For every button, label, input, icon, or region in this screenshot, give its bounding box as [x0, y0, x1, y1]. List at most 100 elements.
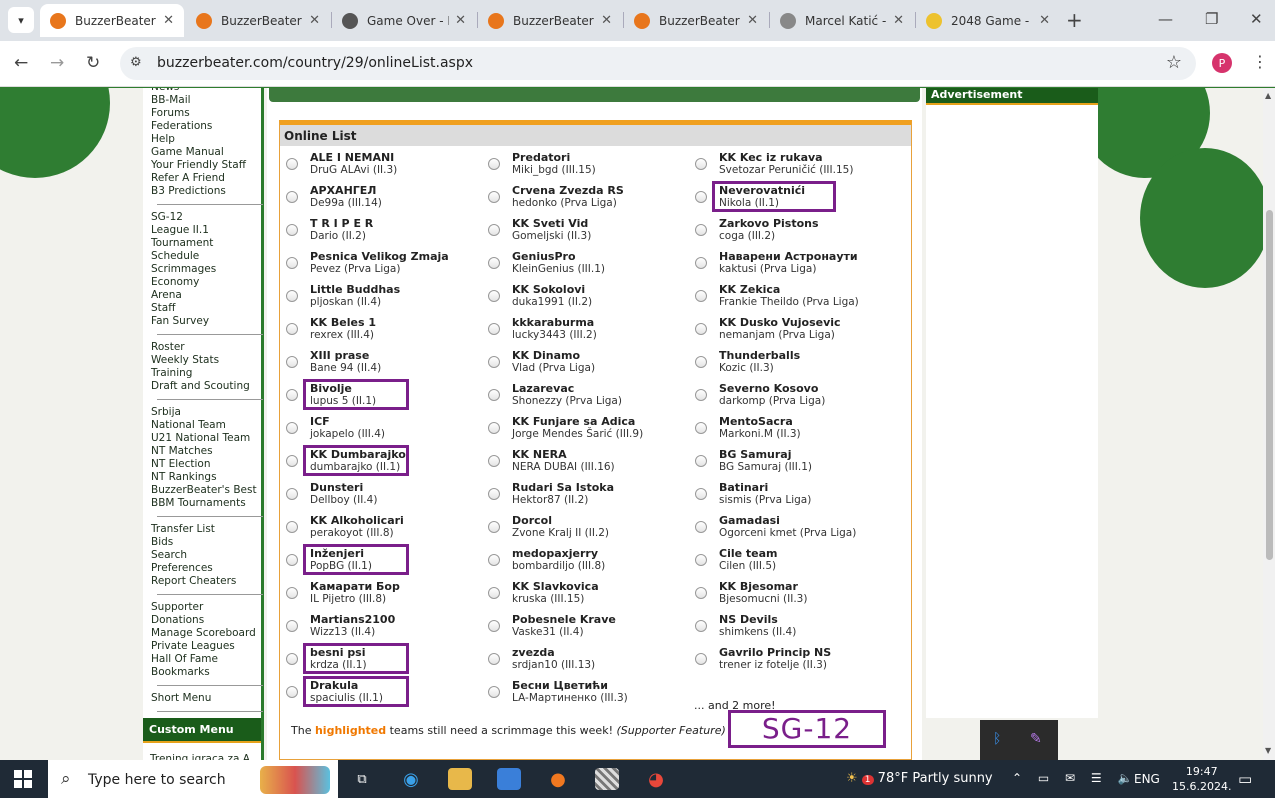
team-owner[interactable]: sismis (Prva Liga): [719, 494, 811, 507]
browser-tab[interactable]: BuzzerBeater | ✕: [186, 4, 330, 37]
team-name-link[interactable]: zvezda: [512, 646, 595, 659]
team-radio[interactable]: [286, 553, 298, 566]
taskbar-clock[interactable]: 19:47 15.6.2024.: [1172, 764, 1231, 794]
team-name-link[interactable]: MentoSacra: [719, 415, 801, 428]
team-owner[interactable]: Svetozar Peruničić (III.15): [719, 164, 853, 177]
file-explorer-icon[interactable]: [448, 768, 472, 790]
team-owner[interactable]: Kozic (II.3): [719, 362, 800, 375]
team-radio[interactable]: [488, 619, 500, 632]
nav-link[interactable]: Private Leagues: [151, 640, 261, 653]
nav-link[interactable]: Fan Survey: [151, 315, 261, 328]
url-text[interactable]: buzzerbeater.com/country/29/onlineList.a…: [157, 55, 473, 71]
team-radio[interactable]: [488, 586, 500, 599]
nav-link[interactable]: Supporter: [151, 601, 261, 614]
team-name-link[interactable]: BG Samuraj: [719, 448, 812, 461]
team-owner[interactable]: kaktusi (Prva Liga): [719, 263, 858, 276]
nav-link[interactable]: Game Manual: [151, 146, 261, 159]
team-radio[interactable]: [488, 487, 500, 500]
team-name-link[interactable]: Little Buddhas: [310, 283, 400, 296]
tab-close-icon[interactable]: ✕: [163, 13, 174, 28]
store-icon[interactable]: [497, 768, 521, 790]
team-radio[interactable]: [286, 586, 298, 599]
nav-link[interactable]: NT Matches: [151, 445, 261, 458]
team-radio[interactable]: [488, 685, 500, 698]
firefox-icon[interactable]: ●: [546, 768, 570, 790]
team-owner[interactable]: Hektor87 (II.2): [512, 494, 614, 507]
team-name-link[interactable]: Predatori: [512, 151, 596, 164]
team-radio[interactable]: [488, 322, 500, 335]
nav-link[interactable]: Search: [151, 549, 261, 562]
site-info-icon[interactable]: ⚙: [130, 55, 142, 70]
team-owner[interactable]: lucky3443 (III.2): [512, 329, 597, 342]
team-name-link[interactable]: Martians2100: [310, 613, 395, 626]
team-name-link[interactable]: Batinari: [719, 481, 811, 494]
nav-link[interactable]: Transfer List: [151, 523, 261, 536]
team-owner[interactable]: Wizz13 (II.4): [310, 626, 395, 639]
team-radio[interactable]: [695, 223, 707, 236]
tab-close-icon[interactable]: ✕: [747, 13, 758, 28]
team-radio[interactable]: [286, 388, 298, 401]
nav-link[interactable]: Federations: [151, 120, 261, 133]
team-name-link[interactable]: Severno Kosovo: [719, 382, 825, 395]
team-name-link[interactable]: ALE I NEMANI: [310, 151, 397, 164]
team-owner[interactable]: LA-Мартиненко (III.3): [512, 692, 628, 705]
team-owner[interactable]: DruG ALAvi (II.3): [310, 164, 397, 177]
team-radio[interactable]: [488, 421, 500, 434]
team-owner[interactable]: jokapelo (III.4): [310, 428, 385, 441]
team-owner[interactable]: Shonezzy (Prva Liga): [512, 395, 622, 408]
minimize-icon[interactable]: —: [1158, 10, 1173, 28]
team-radio[interactable]: [488, 190, 500, 203]
team-radio[interactable]: [695, 157, 707, 170]
nav-link[interactable]: Srbija: [151, 406, 261, 419]
team-radio[interactable]: [286, 289, 298, 302]
team-radio[interactable]: [488, 454, 500, 467]
nav-link[interactable]: Hall Of Fame: [151, 653, 261, 666]
team-owner[interactable]: IL Pijetro (III.8): [310, 593, 400, 606]
team-owner[interactable]: Miki_bgd (III.15): [512, 164, 596, 177]
team-name-link[interactable]: KK Dinamo: [512, 349, 595, 362]
nav-link[interactable]: Staff: [151, 302, 261, 315]
scroll-thumb[interactable]: [1266, 210, 1273, 560]
bookmark-star-icon[interactable]: ☆: [1166, 52, 1182, 73]
team-name-link[interactable]: АРХАНГЕЛ: [310, 184, 382, 197]
team-name-link[interactable]: KK Slavkovica: [512, 580, 599, 593]
nav-link[interactable]: Help: [151, 133, 261, 146]
team-name-link[interactable]: ICF: [310, 415, 385, 428]
team-owner[interactable]: Cilen (III.5): [719, 560, 778, 573]
nav-link[interactable]: Donations: [151, 614, 261, 627]
custom-menu-item[interactable]: Trening igraca za A: [143, 743, 261, 760]
team-owner[interactable]: Ogorceni kmet (Prva Liga): [719, 527, 856, 540]
nav-link[interactable]: Bookmarks: [151, 666, 261, 679]
nav-link[interactable]: Training: [151, 367, 261, 380]
restore-icon[interactable]: ❐: [1205, 10, 1218, 28]
team-radio[interactable]: [286, 487, 298, 500]
team-owner[interactable]: srdjan10 (III.13): [512, 659, 595, 672]
team-name-link[interactable]: medopaxjerry: [512, 547, 605, 560]
team-radio[interactable]: [695, 652, 707, 665]
team-radio[interactable]: [286, 322, 298, 335]
team-owner[interactable]: nemanjam (Prva Liga): [719, 329, 841, 342]
nav-link[interactable]: Short Menu: [151, 692, 261, 705]
team-owner[interactable]: Bane 94 (II.4): [310, 362, 381, 375]
team-name-link[interactable]: KK NERA: [512, 448, 615, 461]
nav-link[interactable]: Draft and Scouting: [151, 380, 261, 393]
nav-link[interactable]: Arena: [151, 289, 261, 302]
team-name-link[interactable]: Gamadasi: [719, 514, 856, 527]
team-owner[interactable]: Jorge Mendes Šarić (III.9): [512, 428, 643, 441]
team-owner[interactable]: NERA DUBAI (III.16): [512, 461, 615, 474]
team-name-link[interactable]: Dunsteri: [310, 481, 377, 494]
nav-link[interactable]: NT Election: [151, 458, 261, 471]
team-radio[interactable]: [695, 619, 707, 632]
nav-link[interactable]: BBM Tournaments: [151, 497, 261, 510]
team-radio[interactable]: [488, 388, 500, 401]
team-owner[interactable]: Bjesomucni (II.3): [719, 593, 807, 606]
bluetooth-icon[interactable]: ᛒ: [993, 731, 1001, 747]
team-radio[interactable]: [488, 652, 500, 665]
nav-link[interactable]: Tournament: [151, 237, 261, 250]
taskbar-search[interactable]: ⌕ Type here to search: [48, 760, 338, 798]
back-icon[interactable]: ←: [14, 53, 28, 73]
tab-close-icon[interactable]: ✕: [455, 13, 466, 28]
team-name-link[interactable]: Zarkovo Pistons: [719, 217, 819, 230]
team-name-link[interactable]: KK Alkoholicari: [310, 514, 404, 527]
team-radio[interactable]: [695, 289, 707, 302]
